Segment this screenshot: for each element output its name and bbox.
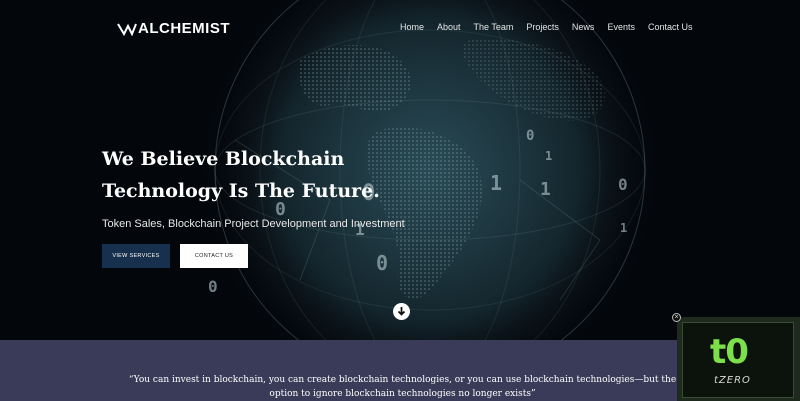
hero-headline-line1: We Believe Blockchain (102, 148, 345, 170)
view-services-button[interactable]: VIEW SERVICES (102, 244, 170, 268)
nav-item-events[interactable]: Events (607, 22, 635, 32)
nav-item-news[interactable]: News (572, 22, 595, 32)
brand-logo[interactable]: ALCHEMIST (117, 20, 230, 37)
bg-digit: 0 (208, 277, 218, 296)
bg-digit: 0 (376, 251, 388, 275)
nav-item-home[interactable]: Home (400, 22, 424, 32)
bg-digit: 1 (545, 149, 552, 163)
quote-line2: option to ignore blockchain technologies… (269, 389, 536, 399)
bg-digit: 0 (526, 128, 534, 144)
bg-digit: 1 (490, 171, 502, 195)
top-navigation: ALCHEMIST Home About The Team Projects N… (0, 0, 800, 56)
alchemist-logo-icon (117, 22, 137, 36)
hero-section: 0 1 0 1 0 1 0 0 1 0 1 ALCHEMIST Home Abo… (0, 0, 800, 340)
quote-text: “You can invest in blockchain, you can c… (115, 373, 690, 401)
hero-headline: We Believe Blockchain Technology Is The … (102, 143, 380, 207)
scroll-down-button[interactable] (393, 303, 410, 320)
bg-digit: 1 (620, 221, 627, 235)
bg-digit: 0 (618, 175, 628, 194)
hero-subheadline: Token Sales, Blockchain Project Developm… (102, 218, 405, 230)
nav-item-about[interactable]: About (437, 22, 461, 32)
tzero-logo: t0 (710, 332, 749, 372)
brand-name: ALCHEMIST (138, 20, 230, 37)
nav-menu: Home About The Team Projects News Events… (400, 22, 705, 32)
nav-item-contact-us[interactable]: Contact Us (648, 22, 693, 32)
quote-line1: “You can invest in blockchain, you can c… (128, 375, 677, 385)
nav-item-projects[interactable]: Projects (526, 22, 559, 32)
contact-us-button[interactable]: CONTACT US (180, 244, 248, 268)
tzero-brand-label: tZERO (714, 375, 751, 386)
hero-headline-line2: Technology Is The Future. (102, 180, 380, 202)
nav-item-the-team[interactable]: The Team (474, 22, 514, 32)
chevron-down-icon (397, 307, 406, 316)
bg-digit: 1 (540, 179, 551, 200)
close-icon[interactable]: × (672, 313, 681, 322)
